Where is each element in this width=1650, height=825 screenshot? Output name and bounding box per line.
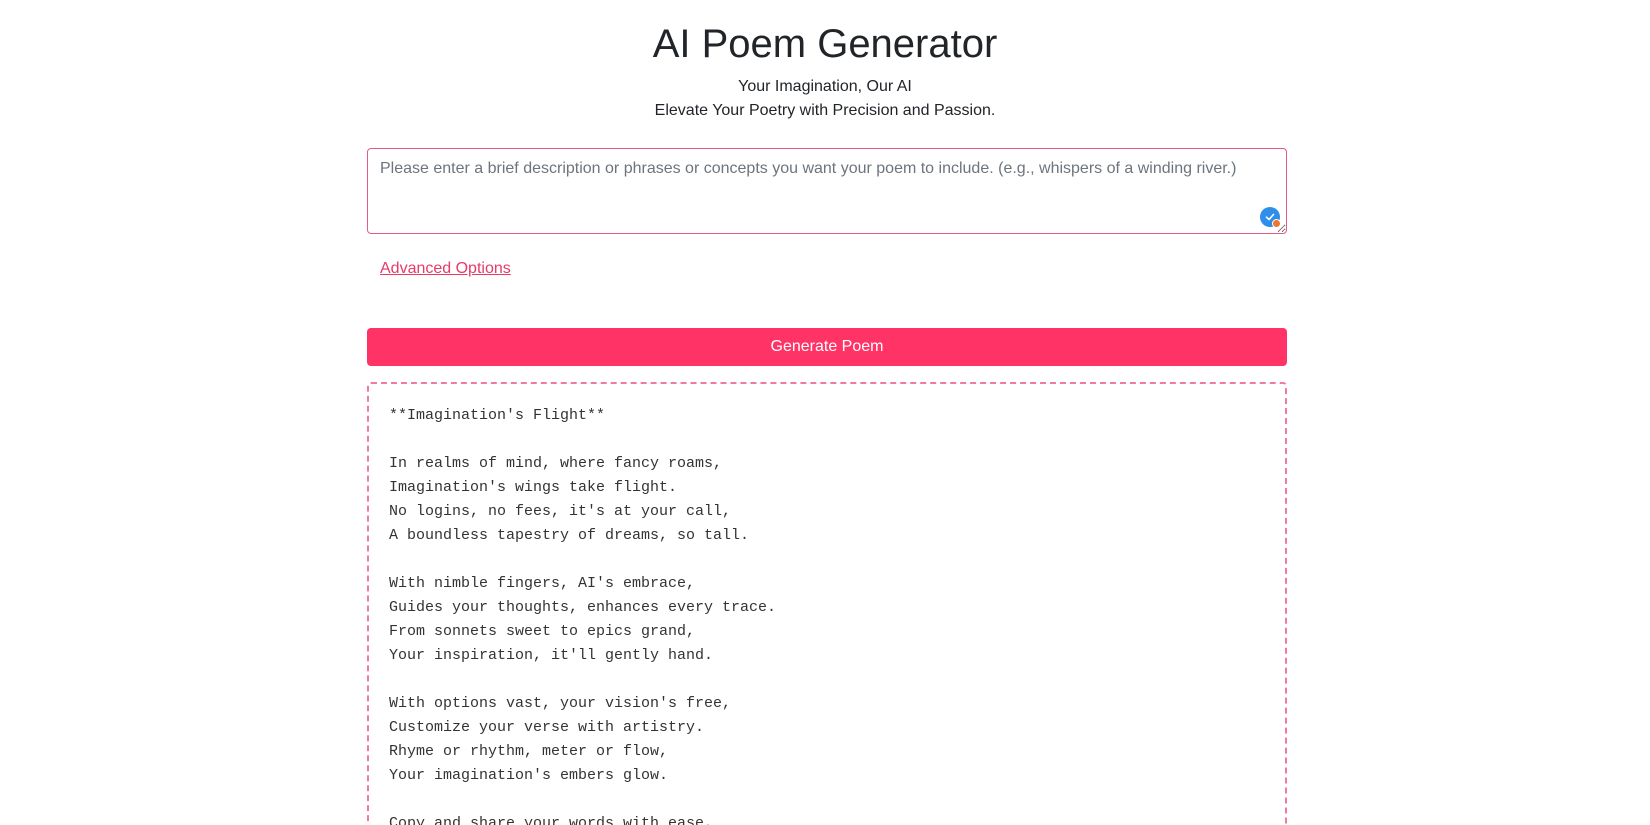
page: AI Poem Generator Your Imagination, Our …: [0, 0, 1650, 825]
page-title: AI Poem Generator: [652, 22, 998, 66]
grammar-status-dot: [1272, 219, 1281, 228]
grammar-check-icon[interactable]: [1260, 207, 1281, 228]
advanced-options-link[interactable]: Advanced Options: [380, 258, 511, 280]
prompt-container: [367, 148, 1287, 234]
poem-text: **Imagination's Flight** In realms of mi…: [389, 407, 777, 825]
generate-poem-button[interactable]: Generate Poem: [367, 328, 1287, 366]
subtitle: Elevate Your Poetry with Precision and P…: [654, 102, 996, 119]
poem-prompt-input[interactable]: [367, 148, 1287, 234]
tagline: Your Imagination, Our AI: [738, 78, 912, 95]
poem-output: **Imagination's Flight** In realms of mi…: [367, 382, 1287, 825]
